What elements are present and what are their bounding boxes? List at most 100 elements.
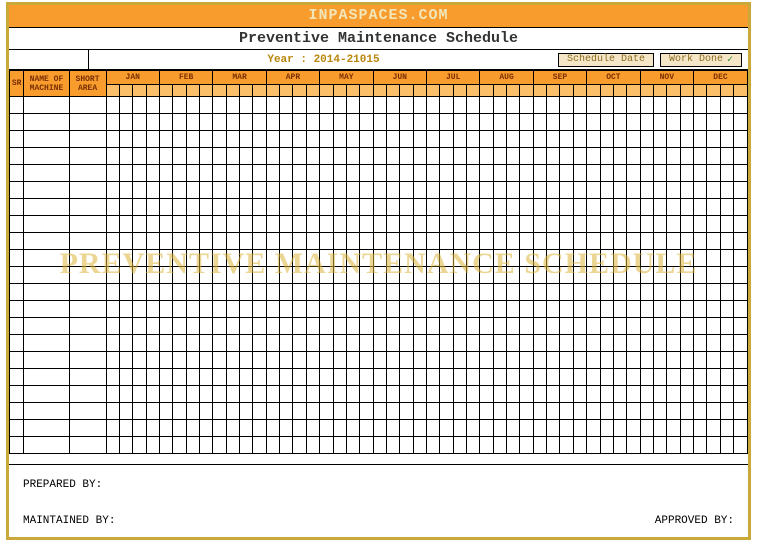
cell-week[interactable] (493, 420, 506, 437)
cell-week[interactable] (386, 335, 399, 352)
cell-week[interactable] (587, 267, 600, 284)
cell-week[interactable] (133, 131, 146, 148)
cell-week[interactable] (707, 114, 720, 131)
cell-week[interactable] (280, 114, 293, 131)
cell-week[interactable] (173, 114, 186, 131)
cell-week[interactable] (720, 318, 733, 335)
cell-week[interactable] (186, 352, 199, 369)
cell-week[interactable] (480, 114, 493, 131)
cell-week[interactable] (199, 437, 212, 454)
cell-sr[interactable] (10, 97, 24, 114)
cell-week[interactable] (533, 352, 546, 369)
cell-week[interactable] (373, 165, 386, 182)
cell-week[interactable] (694, 114, 707, 131)
cell-week[interactable] (133, 97, 146, 114)
cell-area[interactable] (69, 284, 106, 301)
cell-week[interactable] (106, 267, 119, 284)
cell-week[interactable] (467, 148, 480, 165)
cell-week[interactable] (199, 216, 212, 233)
cell-week[interactable] (146, 199, 159, 216)
cell-week[interactable] (667, 233, 680, 250)
cell-week[interactable] (333, 97, 346, 114)
cell-week[interactable] (106, 165, 119, 182)
cell-week[interactable] (667, 267, 680, 284)
cell-week[interactable] (306, 131, 319, 148)
cell-week[interactable] (413, 182, 426, 199)
cell-week[interactable] (213, 301, 226, 318)
cell-week[interactable] (640, 437, 653, 454)
cell-week[interactable] (720, 182, 733, 199)
cell-week[interactable] (360, 386, 373, 403)
cell-sr[interactable] (10, 369, 24, 386)
cell-week[interactable] (493, 386, 506, 403)
cell-week[interactable] (413, 437, 426, 454)
cell-week[interactable] (613, 335, 626, 352)
cell-week[interactable] (386, 437, 399, 454)
cell-area[interactable] (69, 318, 106, 335)
cell-week[interactable] (453, 233, 466, 250)
cell-week[interactable] (480, 199, 493, 216)
cell-week[interactable] (226, 131, 239, 148)
cell-week[interactable] (573, 335, 586, 352)
cell-week[interactable] (226, 267, 239, 284)
cell-week[interactable] (707, 301, 720, 318)
cell-week[interactable] (159, 386, 172, 403)
cell-week[interactable] (293, 420, 306, 437)
cell-week[interactable] (400, 165, 413, 182)
cell-week[interactable] (734, 97, 748, 114)
cell-week[interactable] (613, 301, 626, 318)
cell-week[interactable] (346, 318, 359, 335)
cell-week[interactable] (680, 216, 693, 233)
cell-week[interactable] (653, 250, 666, 267)
cell-week[interactable] (159, 199, 172, 216)
cell-week[interactable] (360, 97, 373, 114)
cell-week[interactable] (467, 216, 480, 233)
cell-week[interactable] (667, 114, 680, 131)
cell-week[interactable] (413, 97, 426, 114)
cell-week[interactable] (440, 437, 453, 454)
cell-week[interactable] (453, 437, 466, 454)
cell-week[interactable] (440, 403, 453, 420)
cell-week[interactable] (373, 216, 386, 233)
cell-week[interactable] (653, 301, 666, 318)
cell-week[interactable] (587, 369, 600, 386)
cell-week[interactable] (627, 199, 640, 216)
cell-week[interactable] (293, 403, 306, 420)
cell-week[interactable] (373, 335, 386, 352)
cell-week[interactable] (159, 335, 172, 352)
cell-week[interactable] (440, 165, 453, 182)
cell-week[interactable] (173, 437, 186, 454)
cell-week[interactable] (333, 199, 346, 216)
cell-week[interactable] (306, 386, 319, 403)
cell-week[interactable] (199, 267, 212, 284)
cell-week[interactable] (426, 420, 439, 437)
cell-week[interactable] (133, 335, 146, 352)
cell-week[interactable] (640, 182, 653, 199)
cell-week[interactable] (640, 165, 653, 182)
cell-week[interactable] (507, 182, 520, 199)
cell-week[interactable] (547, 148, 560, 165)
cell-week[interactable] (186, 284, 199, 301)
cell-name[interactable] (24, 114, 69, 131)
cell-week[interactable] (226, 250, 239, 267)
cell-week[interactable] (734, 250, 748, 267)
cell-week[interactable] (346, 301, 359, 318)
cell-week[interactable] (253, 165, 266, 182)
cell-week[interactable] (146, 420, 159, 437)
cell-week[interactable] (707, 386, 720, 403)
cell-week[interactable] (199, 165, 212, 182)
cell-week[interactable] (560, 199, 573, 216)
cell-week[interactable] (119, 199, 132, 216)
cell-area[interactable] (69, 437, 106, 454)
cell-week[interactable] (680, 386, 693, 403)
cell-week[interactable] (360, 199, 373, 216)
cell-week[interactable] (720, 233, 733, 250)
cell-week[interactable] (413, 386, 426, 403)
cell-week[interactable] (293, 233, 306, 250)
cell-week[interactable] (106, 284, 119, 301)
cell-week[interactable] (627, 131, 640, 148)
cell-week[interactable] (106, 403, 119, 420)
cell-week[interactable] (694, 369, 707, 386)
cell-week[interactable] (320, 352, 333, 369)
cell-week[interactable] (627, 403, 640, 420)
